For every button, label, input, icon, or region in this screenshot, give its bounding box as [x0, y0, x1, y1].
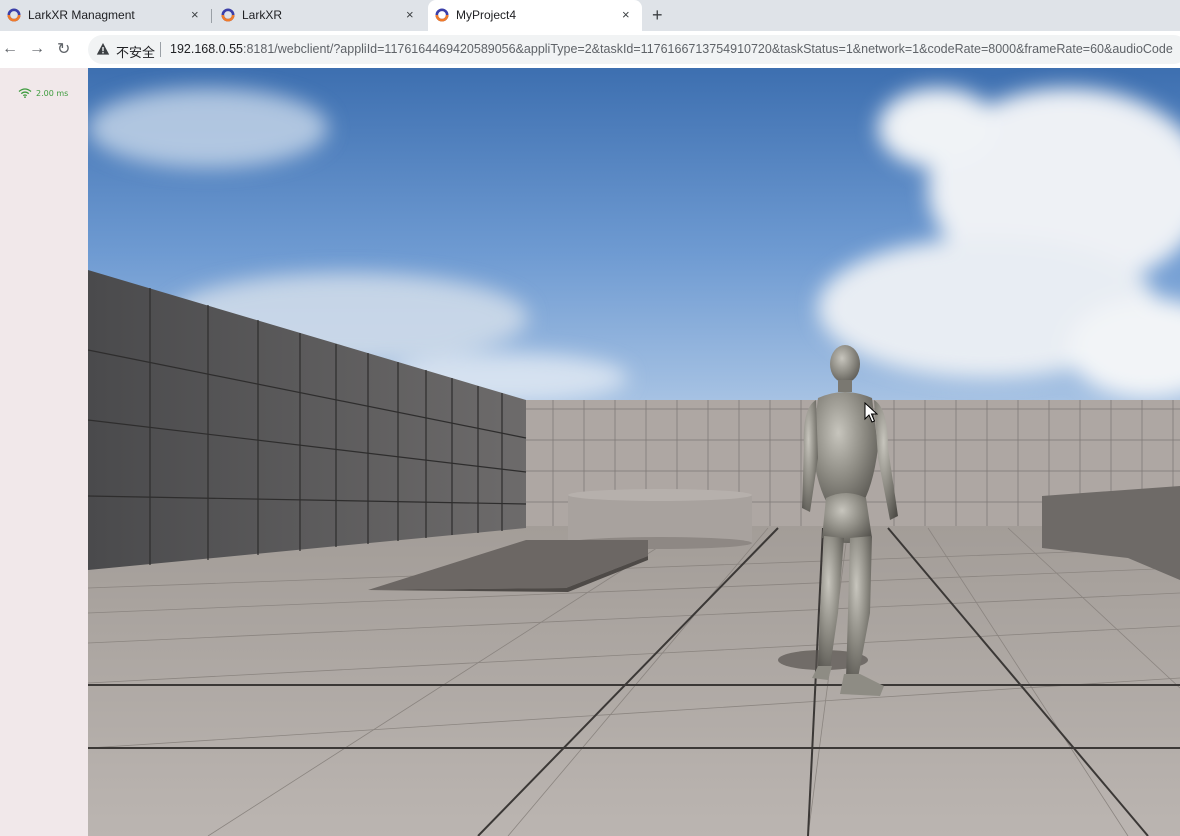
tab-separator: [211, 9, 212, 23]
wifi-icon: [18, 88, 32, 98]
stream-video[interactable]: [88, 68, 1180, 836]
warning-icon: [96, 43, 110, 55]
cylinder: [568, 495, 752, 543]
tab-title: LarkXR: [242, 8, 283, 22]
forward-arrow-icon[interactable]: →: [29, 40, 45, 58]
address-separator: [160, 42, 161, 57]
url-path: :8181/webclient/?appliId=117616446942058…: [243, 42, 1173, 56]
close-icon[interactable]: ×: [622, 7, 630, 22]
url-text[interactable]: 192.168.0.55:8181/webclient/?appliId=117…: [170, 42, 1173, 56]
tab-title: MyProject4: [456, 8, 517, 22]
larkxr-favicon: [7, 8, 21, 22]
latency-value: 2.00 ms: [36, 88, 69, 98]
tab-title: LarkXR Managment: [28, 8, 135, 22]
larkxr-favicon: [435, 8, 449, 22]
plus-icon[interactable]: +: [652, 5, 663, 26]
url-host: 192.168.0.55: [170, 42, 243, 56]
close-icon[interactable]: ×: [191, 7, 199, 22]
back-arrow-icon[interactable]: ←: [2, 40, 18, 58]
tab-strip: LarkXR Managment × LarkXR × MyProject4 ×…: [0, 0, 1180, 31]
side-panel: 2.00 ms: [0, 68, 88, 836]
mouse-cursor-icon: [864, 402, 878, 423]
security-label[interactable]: 不安全: [116, 42, 155, 61]
cylinder-top: [568, 489, 752, 501]
tab-larkxr-managment[interactable]: LarkXR Managment ×: [0, 0, 210, 31]
address-bar[interactable]: 不安全 192.168.0.55:8181/webclient/?appliId…: [88, 35, 1180, 64]
close-icon[interactable]: ×: [406, 7, 414, 22]
larkxr-favicon: [221, 8, 235, 22]
tab-larkxr[interactable]: LarkXR ×: [214, 0, 426, 31]
web-page: 2.00 ms: [0, 68, 1180, 836]
network-status: 2.00 ms: [18, 88, 68, 98]
tab-myproject4[interactable]: MyProject4 ×: [428, 0, 642, 31]
reload-icon[interactable]: ↻: [57, 39, 70, 59]
